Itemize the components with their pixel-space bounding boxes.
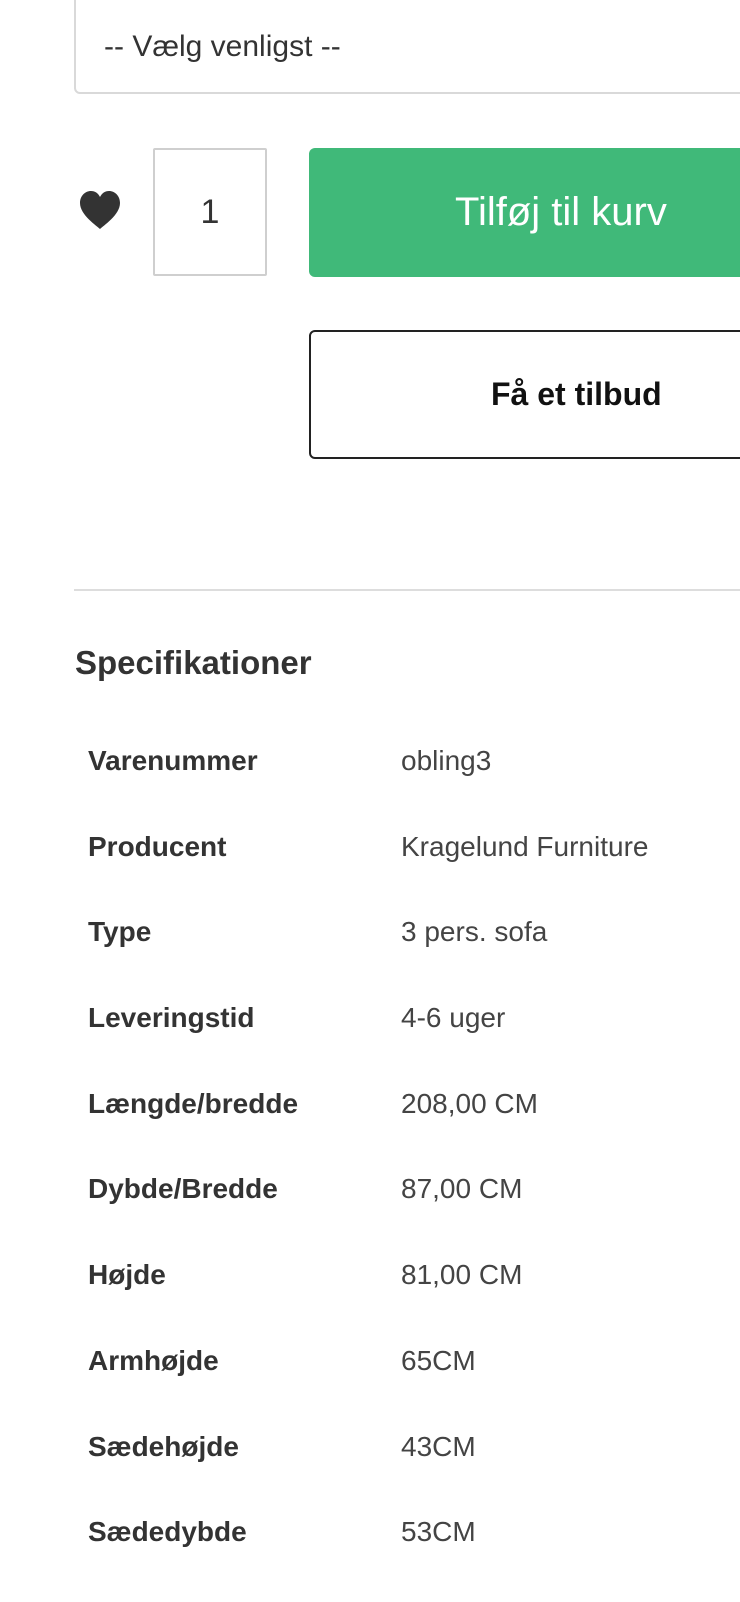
spec-row: Sædehøjde 43CM: [88, 1431, 740, 1517]
spec-label: Længde/bredde: [88, 1087, 299, 1119]
spec-value: 87,00 CM: [401, 1173, 523, 1205]
spec-value: 65CM: [401, 1344, 476, 1376]
spec-value: obling3: [401, 745, 492, 776]
spec-label: Højde: [88, 1259, 166, 1291]
spec-label: Sædehøjde: [88, 1430, 239, 1462]
add-to-cart-button[interactable]: Tilføj til kurv: [309, 148, 740, 277]
variant-select[interactable]: -- Vælg venligst --: [74, 0, 740, 94]
variant-select-value: -- Vælg venligst --: [104, 30, 341, 63]
spec-row: Varenummer obling3: [88, 745, 740, 831]
spec-row: Længde/bredde 208,00 CM: [88, 1088, 740, 1174]
section-divider: [74, 589, 740, 591]
spec-label: Producent: [88, 830, 227, 862]
spec-label: Type: [88, 916, 152, 948]
spec-label: Sædedybde: [88, 1516, 247, 1548]
spec-value: 53CM: [401, 1516, 476, 1548]
spec-value: 3 pers. sofa: [401, 916, 548, 948]
spec-label: Dybde/Bredde: [88, 1173, 278, 1205]
spec-label: Varenummer: [88, 745, 258, 776]
spec-row: Type 3 pers. sofa: [88, 916, 740, 1002]
get-quote-button[interactable]: Få et tilbud: [309, 330, 740, 459]
spec-row: Dybde/Bredde 87,00 CM: [88, 1173, 740, 1259]
specifications-table: Varenummer obling3 Producent Kragelund F…: [88, 745, 740, 1602]
heart-icon[interactable]: [78, 190, 122, 230]
specifications-heading: Specifikationer: [75, 644, 312, 681]
spec-row: Højde 81,00 CM: [88, 1259, 740, 1345]
spec-row: Leveringstid 4-6 uger: [88, 1002, 740, 1088]
spec-label: Leveringstid: [88, 1002, 255, 1034]
spec-row: Armhøjde 65CM: [88, 1345, 740, 1431]
spec-value: Kragelund Furniture: [401, 830, 649, 862]
spec-value: 43CM: [401, 1430, 476, 1462]
quantity-input[interactable]: [153, 148, 267, 276]
spec-label: Armhøjde: [88, 1344, 219, 1376]
spec-value: 81,00 CM: [401, 1259, 523, 1291]
spec-row: Sædedybde 53CM: [88, 1516, 740, 1602]
spec-row: Producent Kragelund Furniture: [88, 831, 740, 917]
spec-value: 208,00 CM: [401, 1087, 538, 1119]
spec-value: 4-6 uger: [401, 1002, 506, 1034]
